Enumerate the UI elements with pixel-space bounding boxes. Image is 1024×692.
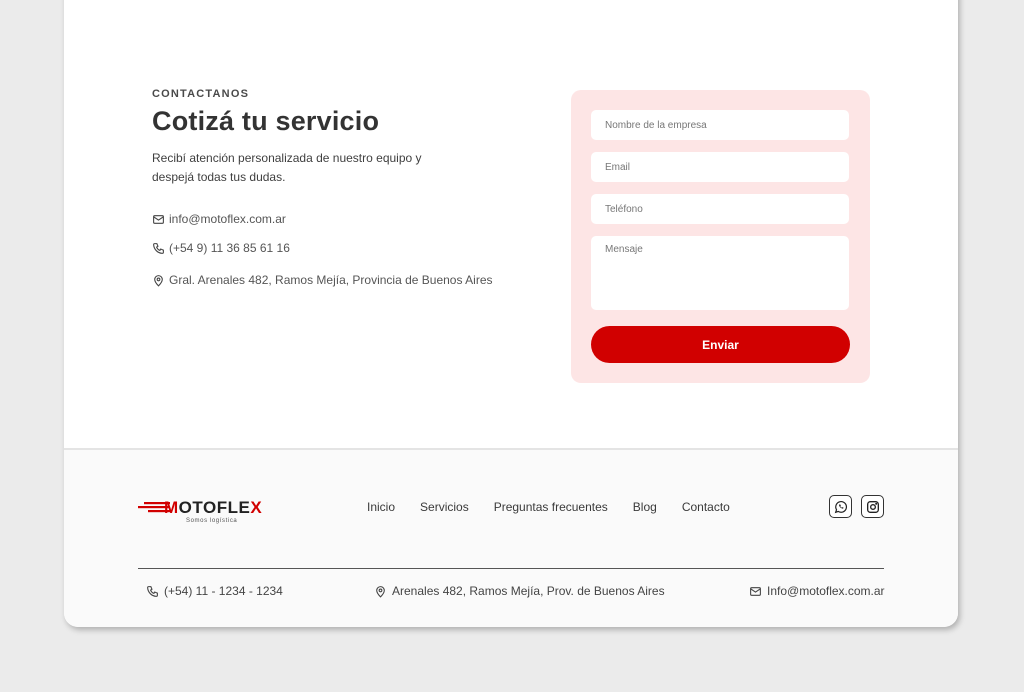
logo-accent-letter: X <box>250 498 263 517</box>
page-card: CONTACTANOS Cotizá tu servicio Recibí at… <box>64 0 958 627</box>
location-pin-icon <box>376 585 385 598</box>
site-footer: MOTOFLEX Somos logística Inicio Servicio… <box>64 448 958 627</box>
footer-phone[interactable]: (+54) 11 - 1234 - 1234 <box>146 584 283 598</box>
section-eyebrow: CONTACTANOS <box>152 88 250 100</box>
contact-phone[interactable]: (+54 9) 11 36 85 61 16 <box>152 241 290 255</box>
footer-divider <box>138 568 884 569</box>
motoflex-logo[interactable]: MOTOFLEX Somos logística <box>138 498 262 528</box>
contact-email[interactable]: info@motoflex.com.ar <box>152 212 286 226</box>
nav-item-preguntas-frecuentes[interactable]: Preguntas frecuentes <box>494 500 608 514</box>
phone-icon <box>147 585 158 597</box>
page-title: Cotizá tu servicio <box>152 106 380 136</box>
email-input[interactable] <box>591 152 849 182</box>
mail-icon <box>153 214 164 224</box>
footer-phone-text: (+54) 11 - 1234 - 1234 <box>164 584 283 598</box>
phone-input[interactable] <box>591 194 849 224</box>
send-button[interactable]: Enviar <box>591 326 850 363</box>
whatsapp-button[interactable] <box>829 495 852 518</box>
footer-address: Arenales 482, Ramos Mejía, Prov. de Buen… <box>374 584 665 598</box>
footer-address-text: Arenales 482, Ramos Mejía, Prov. de Buen… <box>392 584 665 598</box>
nav-item-contacto[interactable]: Contacto <box>682 500 730 514</box>
footer-email[interactable]: Info@motoflex.com.ar <box>749 584 885 598</box>
logo-tagline: Somos logística <box>186 518 238 524</box>
whatsapp-icon <box>834 500 847 513</box>
nav-item-inicio[interactable]: Inicio <box>367 500 395 514</box>
message-textarea[interactable] <box>591 236 849 310</box>
phone-icon <box>153 242 164 254</box>
contact-address-text: Gral. Arenales 482, Ramos Mejía, Provinc… <box>169 273 493 287</box>
footer-email-text: Info@motoflex.com.ar <box>767 584 885 598</box>
contact-email-text: info@motoflex.com.ar <box>169 212 286 226</box>
contact-address: Gral. Arenales 482, Ramos Mejía, Provinc… <box>152 273 493 287</box>
mail-icon <box>750 586 761 596</box>
quote-form: Enviar <box>571 90 870 383</box>
company-name-input[interactable] <box>591 110 849 140</box>
logo-wordmark: MOTOFLEX <box>164 498 263 517</box>
location-pin-icon <box>154 274 163 287</box>
nav-item-servicios[interactable]: Servicios <box>420 500 469 514</box>
contact-phone-text: (+54 9) 11 36 85 61 16 <box>169 241 290 255</box>
contact-intro: CONTACTANOS Cotizá tu servicio Recibí at… <box>152 88 492 187</box>
instagram-button[interactable] <box>861 495 884 518</box>
instagram-icon <box>866 500 879 513</box>
footer-nav: Inicio Servicios Preguntas frecuentes Bl… <box>367 500 755 514</box>
contact-lead: Recibí atención personalizada de nuestro… <box>152 151 422 184</box>
nav-item-blog[interactable]: Blog <box>633 500 657 514</box>
